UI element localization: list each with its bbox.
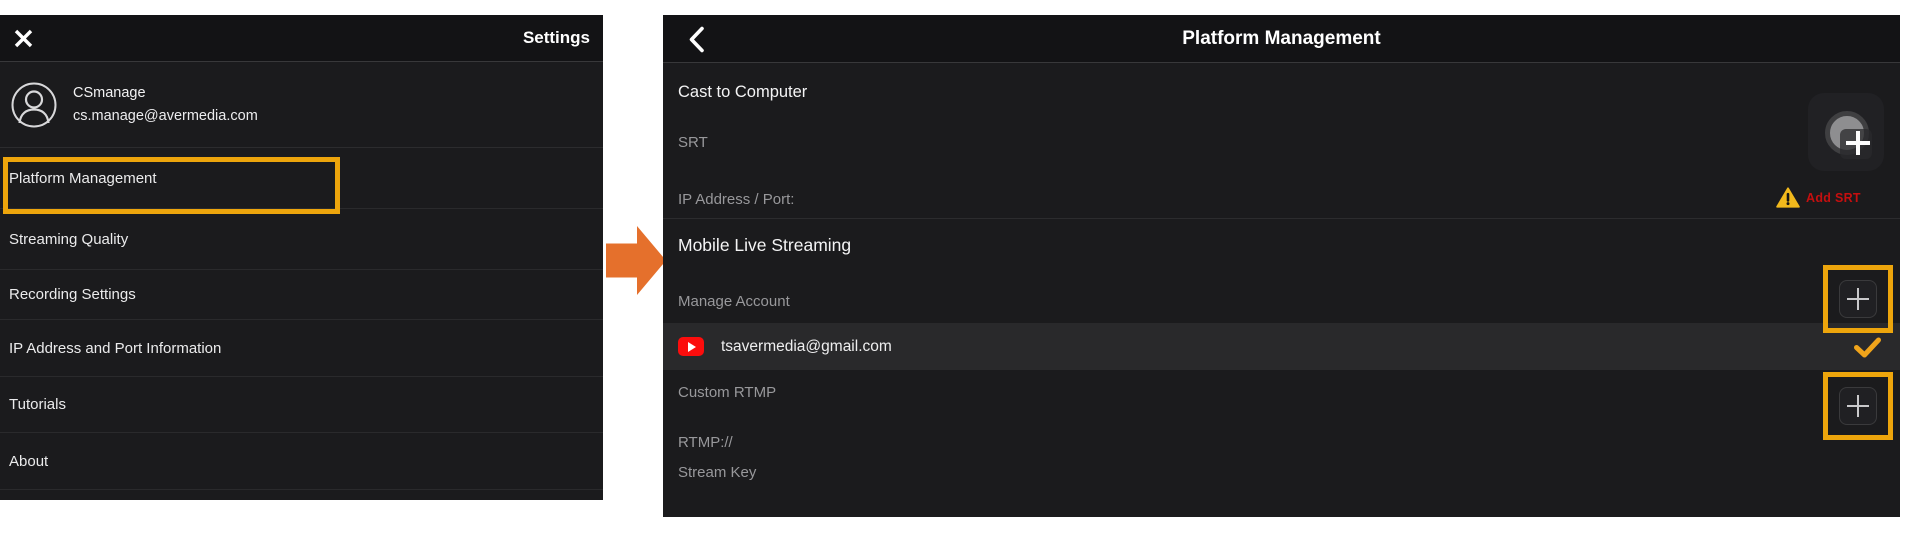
stream-key-label: Stream Key (678, 464, 756, 481)
menu-item-label: Recording Settings (9, 286, 136, 303)
menu-item-label: Platform Management (9, 170, 157, 187)
account-row[interactable]: CSmanage cs.manage@avermedia.com (0, 62, 603, 148)
add-custom-rtmp-button[interactable] (1839, 387, 1877, 425)
platform-management-title: Platform Management (663, 28, 1900, 50)
settings-title: Settings (523, 28, 590, 48)
platform-management-screen: Platform Management Cast to Computer SRT… (663, 15, 1900, 517)
menu-item-about[interactable]: About (0, 433, 603, 490)
settings-menu: Platform Management Streaming Quality Re… (0, 148, 603, 490)
section-divider (663, 218, 1900, 219)
menu-item-streaming-quality[interactable]: Streaming Quality (0, 209, 603, 270)
arrow-right-icon (606, 226, 666, 295)
manage-account-label: Manage Account (678, 293, 790, 310)
menu-item-ip-address-port[interactable]: IP Address and Port Information (0, 320, 603, 377)
menu-item-label: About (9, 453, 48, 470)
menu-item-platform-management[interactable]: Platform Management (0, 148, 603, 209)
menu-item-recording-settings[interactable]: Recording Settings (0, 270, 603, 320)
cast-camera-add-button[interactable] (1808, 93, 1884, 171)
srt-label: SRT (678, 134, 708, 151)
youtube-icon (678, 337, 704, 356)
highlight-box-add-rtmp (1823, 372, 1893, 440)
screenshot-canvas: Settings CSmanage cs.manage@avermedia.co… (0, 0, 1908, 546)
add-account-button[interactable] (1839, 280, 1877, 318)
add-srt-label: Add SRT (1806, 191, 1861, 205)
menu-item-tutorials[interactable]: Tutorials (0, 377, 603, 433)
add-srt-button[interactable]: Add SRT (1776, 187, 1861, 208)
youtube-account-row[interactable]: tsavermedia@gmail.com (663, 323, 1900, 370)
rtmp-prefix-label: RTMP:// (678, 434, 733, 451)
youtube-account-email: tsavermedia@gmail.com (721, 338, 892, 356)
settings-header: Settings (0, 15, 603, 62)
camera-plus-icon (1846, 131, 1870, 155)
account-email: cs.manage@avermedia.com (73, 108, 258, 124)
ip-address-port-label: IP Address / Port: (678, 191, 794, 208)
account-name: CSmanage (73, 85, 258, 101)
platform-management-header: Platform Management (663, 15, 1900, 63)
avatar-icon (11, 82, 57, 128)
menu-item-label: Tutorials (9, 396, 66, 413)
settings-screen: Settings CSmanage cs.manage@avermedia.co… (0, 15, 603, 500)
warning-icon (1776, 187, 1800, 208)
menu-item-label: Streaming Quality (9, 231, 128, 248)
menu-item-label: IP Address and Port Information (9, 340, 221, 357)
close-icon[interactable] (13, 28, 34, 49)
cast-to-computer-header: Cast to Computer (678, 83, 807, 102)
check-icon (1854, 337, 1881, 358)
custom-rtmp-label: Custom RTMP (678, 384, 776, 401)
mobile-live-streaming-header: Mobile Live Streaming (678, 235, 851, 256)
